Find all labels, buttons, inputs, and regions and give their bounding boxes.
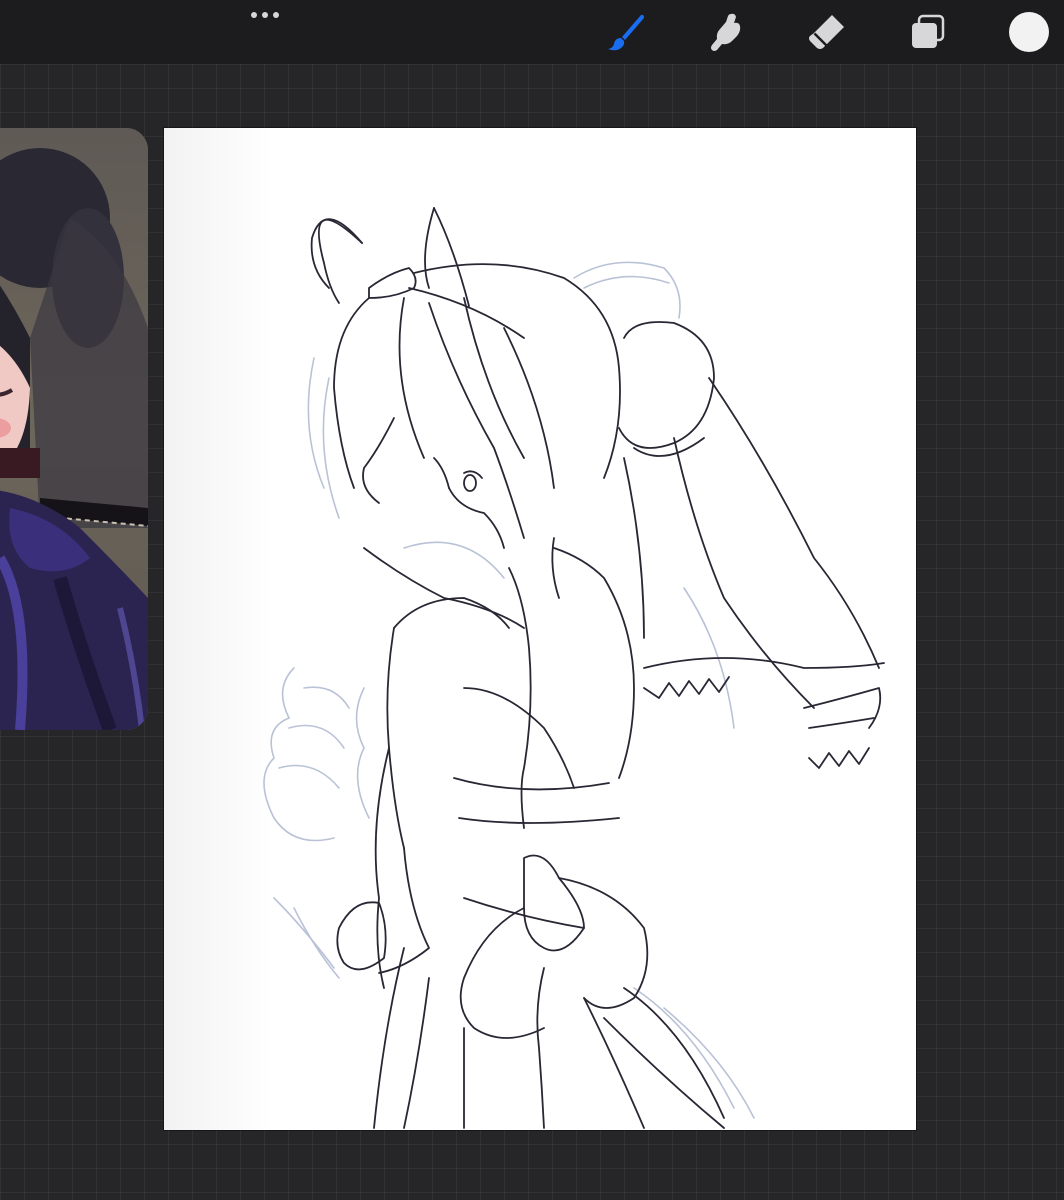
ellipsis-icon [262, 12, 268, 18]
brush-tool-button[interactable] [604, 10, 648, 54]
smudge-finger-icon [711, 13, 741, 52]
reference-image [0, 128, 148, 730]
reference-image-panel[interactable] [0, 128, 148, 730]
ellipsis-icon [251, 12, 257, 18]
ellipsis-icon [273, 12, 279, 18]
layers-tool-button[interactable] [906, 10, 950, 54]
drawing-canvas[interactable] [164, 128, 916, 1130]
sketch-artwork [263, 207, 885, 1129]
more-actions-button[interactable] [246, 4, 284, 26]
smudge-tool-button[interactable] [704, 10, 748, 54]
eraser-tool-button[interactable] [805, 10, 849, 54]
color-picker-swatch[interactable] [1009, 12, 1049, 52]
procreate-app [0, 0, 1064, 1200]
eraser-icon [809, 15, 844, 49]
layers-icon [912, 14, 945, 48]
top-toolbar [0, 0, 1064, 64]
brush-icon [608, 14, 644, 51]
